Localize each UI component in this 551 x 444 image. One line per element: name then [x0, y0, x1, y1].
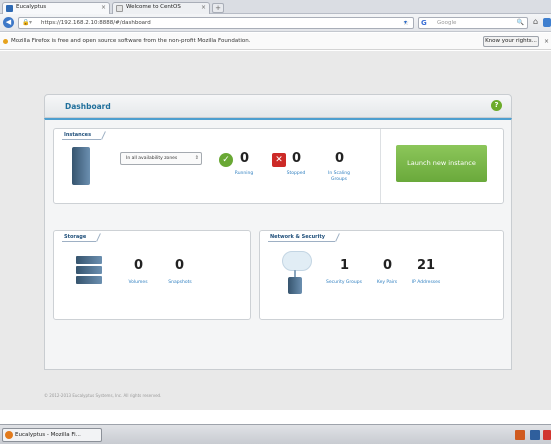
running-check-icon: ✓: [219, 153, 233, 167]
info-icon: [3, 39, 8, 44]
volumes-label[interactable]: Volumes: [124, 280, 152, 286]
scaling-groups-label[interactable]: In Scaling Groups: [326, 171, 352, 183]
dashboard-header: Dashboard ?: [44, 94, 512, 118]
running-label[interactable]: Running: [232, 171, 256, 177]
tray-app-icon[interactable]: [515, 430, 525, 440]
eucalyptus-favicon-icon: [6, 5, 13, 12]
help-icon[interactable]: ?: [491, 100, 502, 111]
taskbar: Eucalyptus - Mozilla Fi...: [0, 424, 551, 444]
notification-bar: Mozilla Firefox is free and open source …: [0, 33, 551, 50]
scaling-groups-count[interactable]: 0: [335, 151, 344, 166]
key-pairs-count[interactable]: 0: [383, 258, 392, 273]
network-server-icon: [288, 270, 302, 294]
tab-eucalyptus[interactable]: Eucalyptus ×: [2, 2, 110, 14]
lock-icon: 🔒: [22, 19, 30, 26]
ip-addresses-label[interactable]: IP Addresses: [406, 280, 446, 286]
addon-icon[interactable]: [543, 18, 551, 27]
tab-bar: Eucalyptus × Welcome to CentOS × +: [0, 0, 551, 14]
launch-new-instance-button[interactable]: Launch new instance: [396, 145, 487, 182]
back-button[interactable]: ◀: [3, 17, 14, 28]
close-icon[interactable]: ×: [544, 33, 549, 50]
new-tab-button[interactable]: +: [212, 3, 224, 13]
network-section-label[interactable]: Network & Security: [268, 234, 335, 242]
availability-zone-select[interactable]: In all availability zones ⇕: [120, 152, 202, 165]
page-content: Dashboard ? Instances In all availabilit…: [0, 51, 551, 410]
chevron-updown-icon: ⇕: [194, 155, 199, 161]
instances-section-label[interactable]: Instances: [62, 132, 102, 140]
network-security-panel: Network & Security 1 Security Groups 0 K…: [259, 230, 504, 320]
key-pairs-label[interactable]: Key Pairs: [372, 280, 402, 286]
storage-panel: Storage 0 Volumes 0 Snapshots: [53, 230, 251, 320]
search-input[interactable]: G Google 🔍: [418, 17, 528, 29]
navigation-bar: ◀ ▾ 🔒 https://192.168.2.10:8888/#/dashbo…: [0, 14, 551, 32]
storage-disk-icon: [76, 256, 102, 292]
notification-text: Mozilla Firefox is free and open source …: [11, 38, 251, 44]
ip-addresses-count[interactable]: 21: [417, 258, 435, 273]
search-icon[interactable]: 🔍: [517, 18, 524, 28]
url-bar[interactable]: ▾ 🔒 https://192.168.2.10:8888/#/dashboar…: [18, 17, 414, 29]
running-count[interactable]: 0: [240, 151, 249, 166]
home-icon[interactable]: ⌂: [533, 18, 541, 27]
footer-copyright: © 2012-2013 Eucalyptus Systems, Inc. All…: [44, 393, 162, 398]
launch-panel: Launch new instance: [380, 129, 504, 203]
tray-status-icon[interactable]: [543, 430, 551, 440]
stopped-label[interactable]: Stopped: [284, 171, 308, 177]
tab-label: Welcome to CentOS: [126, 4, 181, 10]
page-favicon-icon: [116, 5, 123, 12]
stopped-x-icon: ✕: [272, 153, 286, 167]
taskbar-window-label: Eucalyptus - Mozilla Fi...: [15, 432, 81, 438]
google-logo-icon: G: [421, 19, 427, 27]
cloud-icon: [282, 251, 312, 271]
security-groups-label[interactable]: Security Groups: [322, 280, 366, 286]
security-groups-count[interactable]: 1: [340, 258, 349, 273]
snapshots-count[interactable]: 0: [175, 258, 184, 273]
close-icon[interactable]: ×: [201, 4, 206, 11]
stopped-count[interactable]: 0: [292, 151, 301, 166]
page-title: Dashboard: [65, 102, 111, 111]
url-text: https://192.168.2.10:8888/#/dashboard: [41, 20, 151, 26]
volumes-count[interactable]: 0: [134, 258, 143, 273]
know-your-rights-button[interactable]: Know your rights...: [483, 36, 539, 47]
tab-label: Eucalyptus: [16, 4, 47, 10]
dashboard-body: Instances In all availability zones ⇕ ✓ …: [44, 118, 512, 370]
tray-network-icon[interactable]: [530, 430, 540, 440]
instances-panel: Instances In all availability zones ⇕ ✓ …: [53, 128, 504, 204]
zone-select-value: In all availability zones: [126, 156, 178, 161]
storage-section-label[interactable]: Storage: [62, 234, 97, 242]
search-placeholder: Google: [437, 20, 457, 26]
snapshots-label[interactable]: Snapshots: [162, 280, 198, 286]
tab-centos[interactable]: Welcome to CentOS ×: [112, 2, 210, 14]
taskbar-window-button[interactable]: Eucalyptus - Mozilla Fi...: [2, 428, 102, 442]
close-icon[interactable]: ×: [101, 4, 106, 11]
server-icon: [64, 147, 98, 191]
firefox-icon: [5, 431, 13, 439]
dropdown-arrow-icon[interactable]: ▾: [404, 19, 407, 26]
